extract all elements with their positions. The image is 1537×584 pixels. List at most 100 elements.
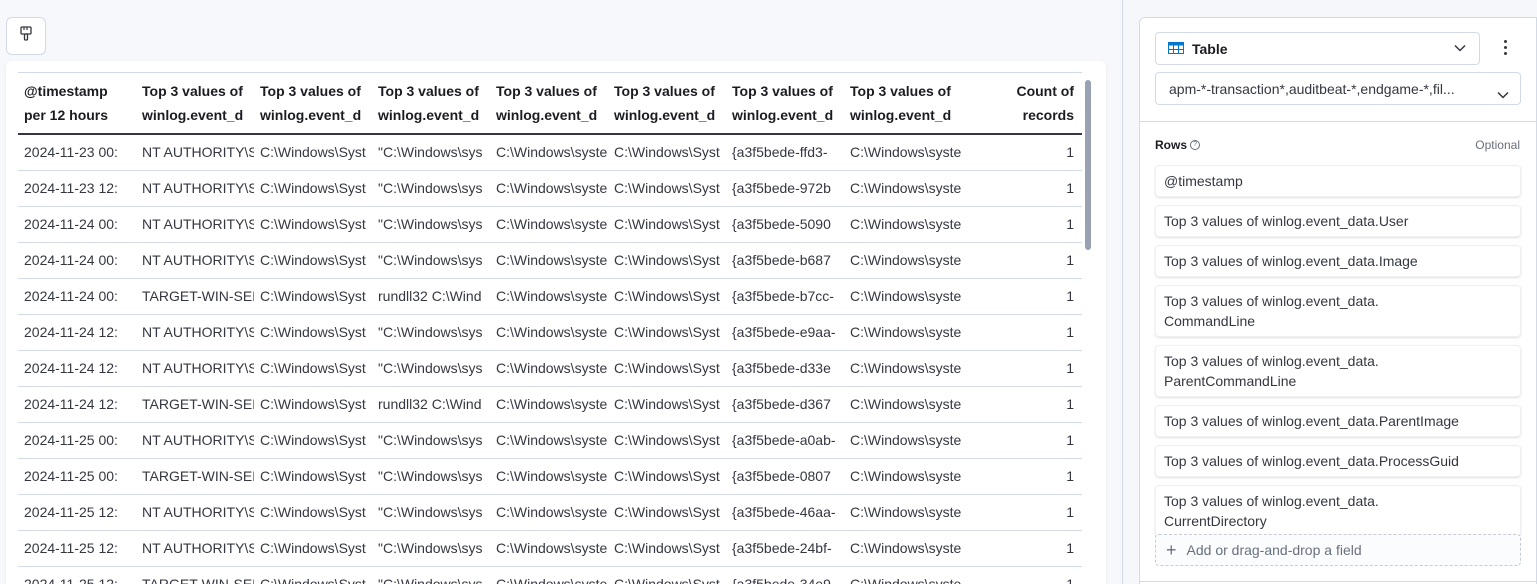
- table-cell[interactable]: C:\Windows\Syst: [608, 530, 726, 567]
- table-cell[interactable]: C:\Windows\syste: [490, 134, 608, 171]
- table-cell[interactable]: 2024-11-24 00:: [18, 206, 136, 243]
- table-cell[interactable]: TARGET-WIN-SEI: [136, 458, 254, 495]
- column-header[interactable]: Top 3 values of winlog.event_d: [726, 73, 844, 135]
- column-header[interactable]: @timestamp per 12 hours: [18, 73, 136, 135]
- table-cell[interactable]: C:\Windows\Syst: [608, 494, 726, 531]
- column-header[interactable]: Top 3 values of winlog.event_d: [136, 73, 254, 135]
- table-cell[interactable]: 2024-11-24 00:: [18, 278, 136, 315]
- table-cell[interactable]: C:\Windows\syste: [844, 170, 962, 207]
- column-header[interactable]: Top 3 values of winlog.event_d: [490, 73, 608, 135]
- table-cell[interactable]: 1: [962, 206, 1082, 243]
- table-cell[interactable]: C:\Windows\syste: [844, 206, 962, 243]
- table-cell[interactable]: C:\Windows\Syst: [608, 242, 726, 279]
- table-cell[interactable]: C:\Windows\syste: [844, 134, 962, 171]
- table-cell[interactable]: {a3f5bede-d33e: [726, 350, 844, 387]
- table-cell[interactable]: 1: [962, 350, 1082, 387]
- table-cell[interactable]: C:\Windows\Syst: [254, 242, 372, 279]
- table-cell[interactable]: C:\Windows\Syst: [608, 386, 726, 423]
- scrollbar-thumb[interactable]: [1085, 80, 1091, 250]
- toolbar-brush-button[interactable]: [6, 17, 46, 55]
- question-icon[interactable]: ?: [1190, 140, 1201, 150]
- table-cell[interactable]: 1: [962, 170, 1082, 207]
- table-cell[interactable]: {a3f5bede-e9aa-: [726, 314, 844, 351]
- table-cell[interactable]: C:\Windows\syste: [490, 170, 608, 207]
- table-cell[interactable]: C:\Windows\syste: [844, 458, 962, 495]
- table-cell[interactable]: C:\Windows\Syst: [608, 458, 726, 495]
- table-cell[interactable]: C:\Windows\syste: [844, 422, 962, 459]
- table-cell[interactable]: 1: [962, 278, 1082, 315]
- table-cell[interactable]: C:\Windows\Syst: [254, 206, 372, 243]
- table-cell[interactable]: C:\Windows\syste: [844, 386, 962, 423]
- table-cell[interactable]: C:\Windows\syste: [490, 458, 608, 495]
- table-cell[interactable]: {a3f5bede-5090: [726, 206, 844, 243]
- table-cell[interactable]: NT AUTHORITY\S: [136, 134, 254, 171]
- table-cell[interactable]: 2024-11-25 00:: [18, 422, 136, 459]
- dimension-item[interactable]: Top 3 values of winlog.event_data. Curre…: [1155, 485, 1521, 537]
- table-cell[interactable]: C:\Windows\syste: [490, 494, 608, 531]
- table-cell[interactable]: C:\Windows\Syst: [254, 134, 372, 171]
- table-cell[interactable]: C:\Windows\syste: [844, 350, 962, 387]
- table-cell[interactable]: "C:\Windows\sys: [372, 494, 490, 531]
- data-view-select[interactable]: apm-*-transaction*,auditbeat-*,endgame-*…: [1155, 72, 1521, 105]
- table-cell[interactable]: {a3f5bede-24bf-: [726, 530, 844, 567]
- table-cell[interactable]: 2024-11-23 00:: [18, 134, 136, 171]
- table-cell[interactable]: "C:\Windows\sys: [372, 422, 490, 459]
- column-header[interactable]: Count of records: [962, 73, 1082, 135]
- table-cell[interactable]: C:\Windows\Syst: [608, 278, 726, 315]
- table-cell[interactable]: "C:\Windows\sys: [372, 242, 490, 279]
- table-cell[interactable]: TARGET-WIN-SEI: [136, 566, 254, 584]
- table-cell[interactable]: "C:\Windows\sys: [372, 530, 490, 567]
- table-cell[interactable]: C:\Windows\Syst: [608, 422, 726, 459]
- table-cell[interactable]: C:\Windows\syste: [490, 278, 608, 315]
- table-cell[interactable]: C:\Windows\syste: [844, 242, 962, 279]
- dimension-item[interactable]: Top 3 values of winlog.event_data.Image: [1155, 245, 1521, 277]
- table-cell[interactable]: 1: [962, 134, 1082, 171]
- dimension-item[interactable]: Top 3 values of winlog.event_data.Parent…: [1155, 405, 1521, 437]
- dimension-item[interactable]: Top 3 values of winlog.event_data.Proces…: [1155, 445, 1521, 477]
- table-cell[interactable]: 2024-11-25 12:: [18, 494, 136, 531]
- table-cell[interactable]: NT AUTHORITY\S: [136, 206, 254, 243]
- table-cell[interactable]: NT AUTHORITY\S: [136, 170, 254, 207]
- table-cell[interactable]: rundll32 C:\Wind: [372, 386, 490, 423]
- table-cell[interactable]: {a3f5bede-0807: [726, 458, 844, 495]
- dimension-item[interactable]: Top 3 values of winlog.event_data. Comma…: [1155, 285, 1521, 337]
- column-header[interactable]: Top 3 values of winlog.event_d: [608, 73, 726, 135]
- table-cell[interactable]: 1: [962, 242, 1082, 279]
- table-cell[interactable]: 2024-11-25 00:: [18, 458, 136, 495]
- table-cell[interactable]: C:\Windows\Syst: [608, 206, 726, 243]
- table-cell[interactable]: C:\Windows\Syst: [254, 566, 372, 584]
- table-cell[interactable]: 1: [962, 566, 1082, 584]
- table-cell[interactable]: "C:\Windows\sys: [372, 458, 490, 495]
- table-cell[interactable]: 1: [962, 314, 1082, 351]
- table-cell[interactable]: {a3f5bede-972b: [726, 170, 844, 207]
- table-scrollbar[interactable]: [1084, 80, 1092, 584]
- table-cell[interactable]: C:\Windows\syste: [844, 494, 962, 531]
- visualization-type-select[interactable]: Table: [1155, 32, 1480, 65]
- table-cell[interactable]: {a3f5bede-ffd3-: [726, 134, 844, 171]
- column-header[interactable]: Top 3 values of winlog.event_d: [254, 73, 372, 135]
- table-cell[interactable]: "C:\Windows\sys: [372, 206, 490, 243]
- table-cell[interactable]: C:\Windows\Syst: [254, 458, 372, 495]
- table-cell[interactable]: NT AUTHORITY\S: [136, 350, 254, 387]
- table-cell[interactable]: NT AUTHORITY\S: [136, 314, 254, 351]
- table-cell[interactable]: TARGET-WIN-SEI: [136, 386, 254, 423]
- more-options-icon[interactable]: [1498, 40, 1512, 58]
- table-cell[interactable]: 2024-11-24 12:: [18, 386, 136, 423]
- table-cell[interactable]: 2024-11-23 12:: [18, 170, 136, 207]
- table-cell[interactable]: C:\Windows\syste: [490, 422, 608, 459]
- table-cell[interactable]: {a3f5bede-34e9: [726, 566, 844, 584]
- table-cell[interactable]: C:\Windows\Syst: [254, 386, 372, 423]
- table-cell[interactable]: C:\Windows\Syst: [254, 494, 372, 531]
- table-cell[interactable]: C:\Windows\Syst: [254, 350, 372, 387]
- table-cell[interactable]: C:\Windows\syste: [490, 242, 608, 279]
- table-cell[interactable]: 1: [962, 530, 1082, 567]
- table-cell[interactable]: "C:\Windows\sys: [372, 350, 490, 387]
- table-cell[interactable]: C:\Windows\syste: [490, 530, 608, 567]
- table-cell[interactable]: C:\Windows\syste: [844, 530, 962, 567]
- table-cell[interactable]: rundll32 C:\Wind: [372, 278, 490, 315]
- table-cell[interactable]: C:\Windows\Syst: [608, 314, 726, 351]
- add-field-button[interactable]: + Add or drag-and-drop a field: [1155, 534, 1521, 566]
- table-cell[interactable]: "C:\Windows\sys: [372, 566, 490, 584]
- table-cell[interactable]: NT AUTHORITY\S: [136, 494, 254, 531]
- table-cell[interactable]: C:\Windows\Syst: [254, 170, 372, 207]
